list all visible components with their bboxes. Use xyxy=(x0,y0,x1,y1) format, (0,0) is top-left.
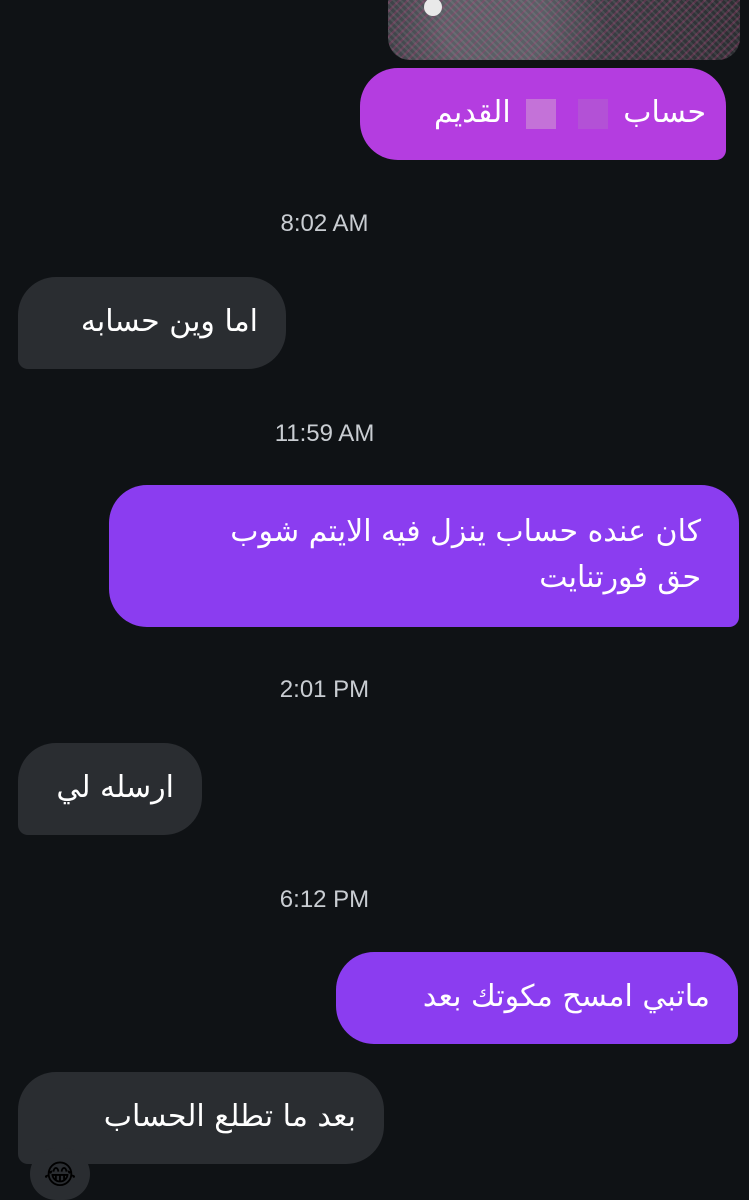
message-text: حساب xyxy=(623,95,706,130)
message-text: اما وين حسابه xyxy=(80,304,258,339)
redacted-text xyxy=(577,98,608,129)
timestamp: 2:01 PM xyxy=(279,676,370,703)
laughing-reaction-icon[interactable]: 😂 xyxy=(30,1148,90,1200)
message-text: بعد ما تطلع الحساب xyxy=(103,1099,356,1134)
message-text-line: حق فورتنايت xyxy=(539,560,701,595)
message-text-line: كان عنده حساب ينزل فيه الايتم شوب xyxy=(230,514,701,549)
received-message-bubble[interactable]: ارسله لي xyxy=(18,743,202,835)
media-indicator-icon xyxy=(424,0,442,16)
sent-message-bubble[interactable]: كان عنده حساب ينزل فيه الايتم شوب حق فور… xyxy=(109,485,739,627)
image-attachment[interactable] xyxy=(388,0,740,60)
redacted-text xyxy=(526,98,557,129)
message-text: ماتبي امسح مكوتك بعد xyxy=(422,979,710,1014)
received-message-bubble[interactable]: اما وين حسابه xyxy=(18,277,286,369)
sent-message-bubble[interactable]: حساب القديم xyxy=(360,68,726,160)
timestamp: 8:02 AM xyxy=(280,210,369,237)
chat-thread: حساب القديم 8:02 AM اما وين حسابه 11:59 … xyxy=(0,0,749,1200)
timestamp: 11:59 AM xyxy=(274,420,375,447)
timestamp: 6:12 PM xyxy=(279,886,370,913)
message-text: ارسله لي xyxy=(56,770,174,805)
message-text: القديم xyxy=(433,95,511,130)
sent-message-bubble[interactable]: ماتبي امسح مكوتك بعد xyxy=(336,952,738,1044)
